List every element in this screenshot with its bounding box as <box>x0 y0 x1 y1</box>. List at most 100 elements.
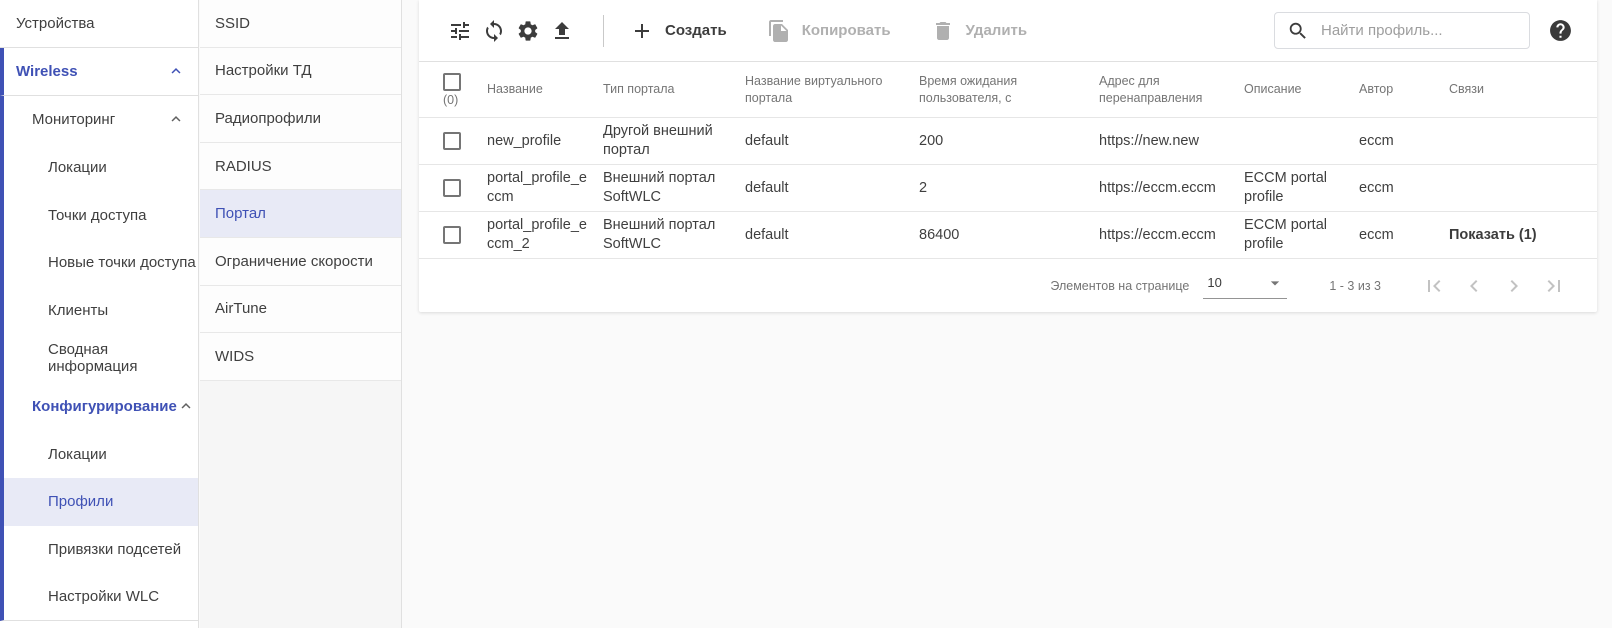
row-checkbox[interactable] <box>443 179 461 197</box>
sidebar-item[interactable]: Конфигурирование <box>0 382 198 430</box>
chevron-up-icon <box>167 110 185 128</box>
portal-profiles-card: Создать Копировать Удалить <box>419 0 1597 312</box>
last-page-button[interactable] <box>1541 273 1567 299</box>
next-page-button[interactable] <box>1501 273 1527 299</box>
cell-redirect: https://eccm.eccm <box>1099 179 1244 198</box>
subsidebar-item-label: Портал <box>215 205 266 222</box>
secondary-sidebar: SSID Настройки ТД Радиопрофили RADIUS По… <box>200 0 402 628</box>
select-all-checkbox[interactable] <box>443 73 461 91</box>
sidebar-item-label: Точки доступа <box>48 207 147 224</box>
filter-button[interactable] <box>443 14 477 48</box>
pagination: Элементов на странице 10 1 - 3 из 3 <box>419 259 1597 312</box>
sidebar-item[interactable]: Устройства <box>0 0 198 48</box>
help-icon <box>1548 18 1573 43</box>
subsidebar-item[interactable]: Ограничение скорости <box>200 238 401 286</box>
subsidebar-item[interactable]: AirTune <box>200 286 401 334</box>
sidebar-item[interactable]: Локации <box>0 430 198 478</box>
selected-count: (0) <box>443 94 475 107</box>
cell-portal-type: Другой внешний портал <box>603 122 745 160</box>
cell-timeout: 86400 <box>919 226 1099 245</box>
copy-icon <box>767 19 791 43</box>
plus-icon <box>630 19 654 43</box>
sidebar-item[interactable]: Wireless <box>0 48 198 96</box>
prev-page-button[interactable] <box>1461 273 1487 299</box>
sidebar-item-label: Клиенты <box>48 302 108 319</box>
table-row: portal_profile_eccm Внешний портал SoftW… <box>419 165 1597 212</box>
sidebar-item-label: Wireless <box>16 63 78 80</box>
subsidebar-item[interactable]: Портал <box>200 190 401 238</box>
delete-button-label: Удалить <box>966 22 1028 39</box>
column-header: Адрес для перенаправления <box>1099 73 1244 107</box>
page-range: 1 - 3 из 3 <box>1329 279 1381 293</box>
copy-button-label: Копировать <box>802 22 891 39</box>
column-header: Тип портала <box>603 81 745 98</box>
sidebar-item-label: Локации <box>48 446 107 463</box>
sidebar-item[interactable]: Настройки WLC <box>0 574 198 622</box>
tune-filter-icon <box>448 19 472 43</box>
sidebar-item-label: Конфигурирование <box>32 398 177 415</box>
row-checkbox[interactable] <box>443 226 461 244</box>
cell-virtual-portal: default <box>745 226 919 245</box>
refresh-button[interactable] <box>477 14 511 48</box>
dropdown-arrow-icon <box>1265 273 1285 293</box>
subsidebar-item[interactable]: Радиопрофили <box>200 95 401 143</box>
last-page-icon <box>1542 274 1566 298</box>
row-checkbox-cell <box>443 179 487 197</box>
subsidebar-item-label: AirTune <box>215 300 267 317</box>
sidebar-item-label: Профили <box>48 493 113 510</box>
first-page-icon <box>1422 274 1446 298</box>
cell-author: eccm <box>1359 132 1449 151</box>
settings-button[interactable] <box>511 14 545 48</box>
sidebar-item-label: Настройки WLC <box>48 588 159 605</box>
column-header: Время ожидания пользователя, с <box>919 73 1099 107</box>
sidebar-item[interactable]: Привязки подсетей <box>0 526 198 574</box>
main-sidebar: Устройства Wireless Мониторинг Локации <box>0 0 199 628</box>
pagination-nav <box>1421 273 1567 299</box>
sidebar-item[interactable]: Новые точки доступа <box>0 239 198 287</box>
upload-button[interactable] <box>545 14 579 48</box>
sidebar-item-label: Локации <box>48 159 107 176</box>
upload-icon <box>550 19 574 43</box>
sidebar-item[interactable]: Сводная информация <box>0 335 198 383</box>
sidebar-item-label: Новые точки доступа <box>48 254 196 271</box>
copy-button[interactable]: Копировать <box>767 19 891 43</box>
sidebar-item-label: Мониторинг <box>32 111 115 128</box>
help-button[interactable] <box>1548 18 1573 43</box>
column-header: Название виртуального портала <box>745 73 919 107</box>
gear-icon <box>516 19 540 43</box>
subsidebar-item-label: SSID <box>215 15 250 32</box>
search-input[interactable] <box>1321 22 1519 39</box>
sidebar-item[interactable]: Мониторинг <box>0 96 198 144</box>
sidebar-item[interactable]: Локации <box>0 143 198 191</box>
column-header: Связи <box>1449 81 1573 98</box>
subsidebar-item[interactable]: SSID <box>200 0 401 48</box>
subsidebar-item[interactable]: Настройки ТД <box>200 48 401 96</box>
subsidebar-item[interactable]: RADIUS <box>200 143 401 191</box>
items-per-page-select[interactable]: 10 <box>1203 273 1287 299</box>
delete-button[interactable]: Удалить <box>931 19 1028 43</box>
row-checkbox-cell <box>443 226 487 244</box>
chevron-up-icon <box>167 62 185 80</box>
cell-author: eccm <box>1359 226 1449 245</box>
cell-redirect: https://new.new <box>1099 132 1244 151</box>
subsidebar-item[interactable]: WIDS <box>200 333 401 381</box>
cell-timeout: 200 <box>919 132 1099 151</box>
cell-description: ECCM portal profile <box>1244 216 1359 254</box>
create-button-label: Создать <box>665 22 727 39</box>
cell-name: portal_profile_eccm_2 <box>487 216 603 254</box>
first-page-button[interactable] <box>1421 273 1447 299</box>
cell-name: new_profile <box>487 132 603 151</box>
sidebar-item-label: Устройства <box>16 15 94 32</box>
cell-links-show[interactable]: Показать (1) <box>1449 226 1573 245</box>
column-header: Название <box>487 81 603 98</box>
row-checkbox[interactable] <box>443 132 461 150</box>
refresh-icon <box>482 19 506 43</box>
cell-virtual-portal: default <box>745 132 919 151</box>
sidebar-item[interactable]: Точки доступа <box>0 191 198 239</box>
sidebar-item[interactable]: Профили <box>0 478 198 526</box>
cell-timeout: 2 <box>919 179 1099 198</box>
subsidebar-item-label: Ограничение скорости <box>215 253 373 270</box>
items-per-page-label: Элементов на странице <box>1050 279 1189 293</box>
sidebar-item[interactable]: Клиенты <box>0 287 198 335</box>
create-button[interactable]: Создать <box>630 19 727 43</box>
